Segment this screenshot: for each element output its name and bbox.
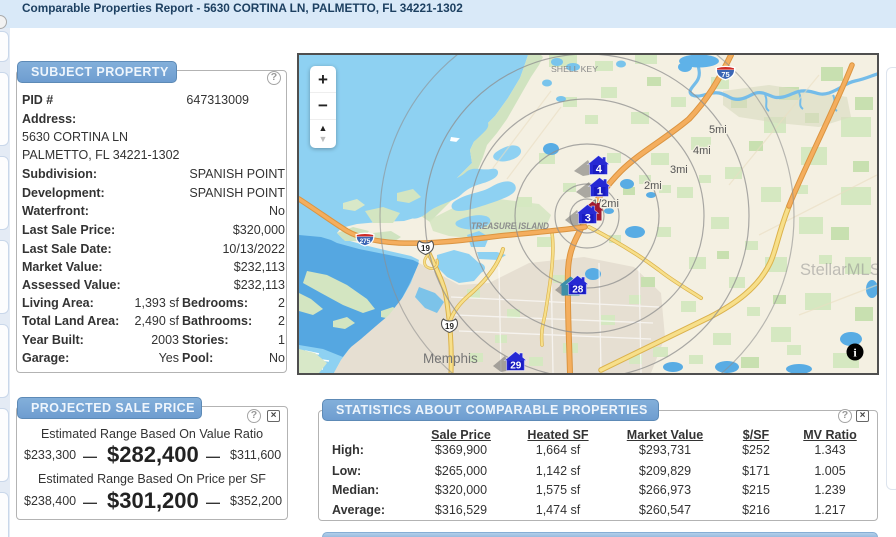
svg-text:29: 29 [510,360,522,371]
svg-text:4: 4 [596,163,603,175]
svg-text:StellarMLS: StellarMLS [800,261,877,279]
svg-text:19: 19 [445,322,454,331]
svg-text:3mi: 3mi [670,164,688,176]
svg-text:5mi: 5mi [709,124,727,136]
svg-text:SHELL KEY: SHELL KEY [551,64,598,74]
svg-text:Memphis: Memphis [423,351,478,366]
svg-text:4mi: 4mi [693,145,711,157]
svg-text:19: 19 [421,244,430,253]
svg-text:1: 1 [597,185,603,197]
svg-text:3: 3 [585,212,591,224]
svg-text:275: 275 [360,238,371,245]
svg-text:75: 75 [721,70,729,79]
svg-text:2mi: 2mi [644,180,662,192]
svg-text:28: 28 [572,284,584,295]
svg-text:TREASURE ISLAND: TREASURE ISLAND [471,221,549,232]
